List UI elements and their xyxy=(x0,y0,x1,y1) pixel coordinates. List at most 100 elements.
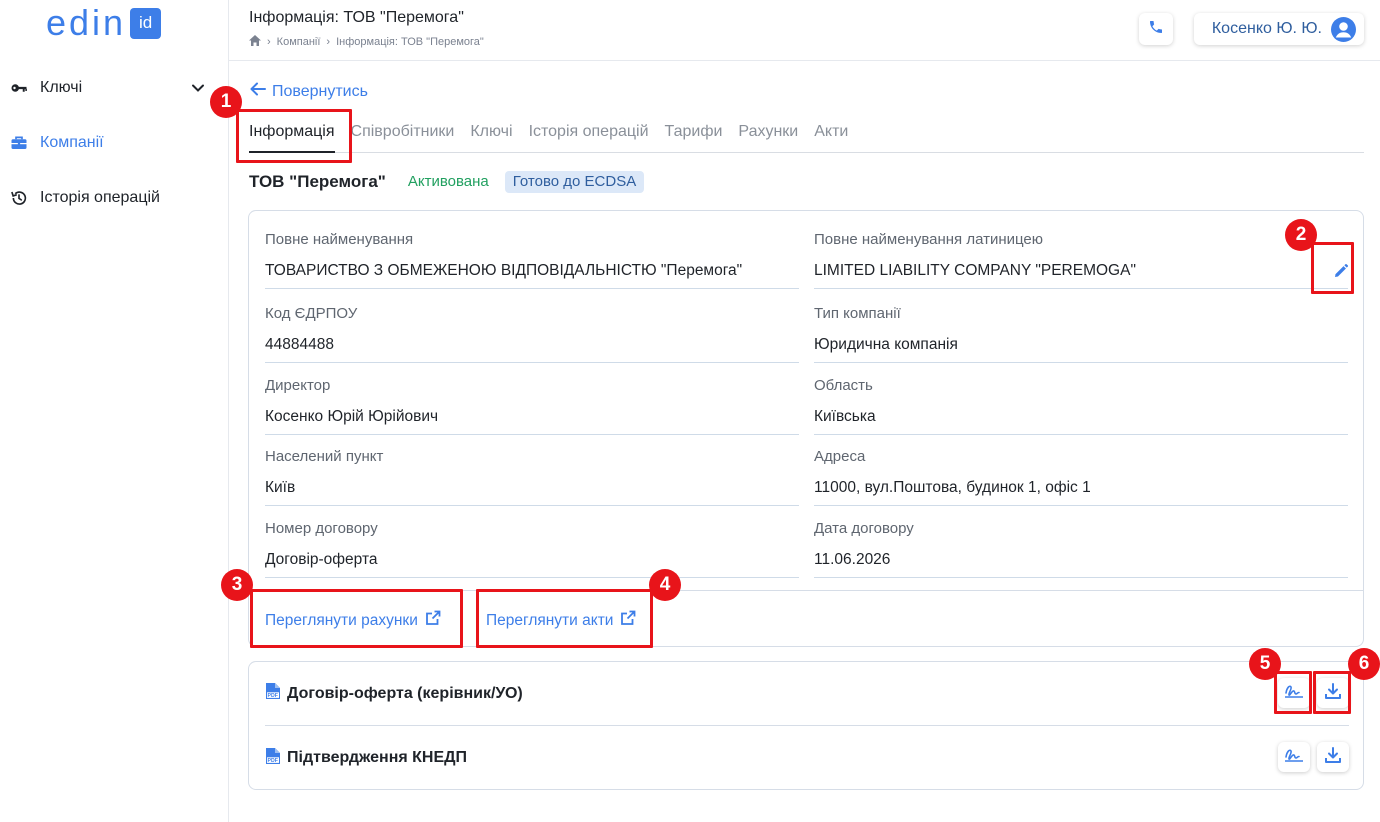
logo-badge: id xyxy=(130,7,162,39)
sidebar-item-label: Компанії xyxy=(40,134,104,151)
svg-text:PDF: PDF xyxy=(268,758,278,764)
annotation-marker-2: 2 xyxy=(1285,219,1317,251)
back-link-label: Повернутись xyxy=(272,82,368,100)
phone-icon xyxy=(1148,19,1164,40)
sidebar-item-keys[interactable]: Ключі xyxy=(10,73,215,103)
page-title: Інформація: ТОВ "Перемога" xyxy=(249,9,464,26)
field-label: Повне найменування латиницею xyxy=(814,231,1044,248)
chevron-right-icon: › xyxy=(267,36,271,48)
field-label: Населений пункт xyxy=(265,448,384,465)
edit-latin-name-button[interactable] xyxy=(1327,259,1355,287)
signature-icon xyxy=(1284,747,1304,768)
breadcrumb-item-companies[interactable]: Компанії xyxy=(277,36,321,48)
sidebar-item-companies[interactable]: Компанії xyxy=(10,128,215,158)
logo[interactable]: edin id xyxy=(46,2,162,43)
field-label: Код ЄДРПОУ xyxy=(265,305,358,322)
field-value: LIMITED LIABILITY COMPANY "PEREMOGA" xyxy=(814,262,1136,279)
sign-document-button[interactable] xyxy=(1278,678,1310,708)
download-document-button[interactable] xyxy=(1317,678,1349,708)
field-edrpou: Код ЄДРПОУ 44884488 xyxy=(265,305,799,363)
tab-acts[interactable]: Акти xyxy=(814,118,848,153)
key-icon xyxy=(10,79,40,97)
tab-employees[interactable]: Співробітники xyxy=(351,118,455,153)
field-address: Адреса 11000, вул.Поштова, будинок 1, оф… xyxy=(814,448,1348,506)
field-value: Договір-оферта xyxy=(265,551,378,568)
pencil-icon xyxy=(1333,263,1349,284)
download-icon xyxy=(1324,682,1342,705)
chevron-down-icon[interactable] xyxy=(191,81,205,100)
field-company-type: Тип компанії Юридична компанія xyxy=(814,305,1348,363)
annotation-marker-4: 4 xyxy=(649,569,681,601)
external-link-icon xyxy=(620,610,636,631)
field-value: Київ xyxy=(265,479,296,496)
view-acts-link[interactable]: Переглянути акти xyxy=(486,610,636,631)
field-full-name-latin: Повне найменування латиницею LIMITED LIA… xyxy=(814,231,1348,289)
user-name: Косенко Ю. Ю. xyxy=(1211,20,1322,37)
chevron-right-icon: › xyxy=(326,36,331,48)
document-row: PDF Підтвердження КНЕДП xyxy=(265,726,1349,790)
annotation-marker-3: 3 xyxy=(221,569,253,601)
user-avatar-icon xyxy=(1331,16,1356,42)
field-value: Київська xyxy=(814,408,876,425)
field-city: Населений пункт Київ xyxy=(265,448,799,506)
annotation-marker-6: 6 xyxy=(1348,648,1380,680)
view-acts-label: Переглянути акти xyxy=(486,611,614,629)
annotation-marker-1: 1 xyxy=(210,86,242,118)
top-header: Інформація: ТОВ "Перемога" › Компанії › … xyxy=(229,0,1380,61)
external-link-icon xyxy=(425,610,441,631)
field-region: Область Київська xyxy=(814,377,1348,435)
field-value: ТОВАРИСТВО З ОБМЕЖЕНОЮ ВІДПОВІДАЛЬНІСТЮ … xyxy=(265,262,743,279)
pdf-file-icon: PDF xyxy=(265,747,281,770)
app-root: edin id Ключі Компанії Історія операцій xyxy=(0,0,1380,822)
status-badge-ecdsa: Готово до ECDSA xyxy=(504,171,645,193)
field-value: 11000, вул.Поштова, будинок 1, офіс 1 xyxy=(814,479,1091,496)
field-value: 44884488 xyxy=(265,336,334,353)
view-invoices-label: Переглянути рахунки xyxy=(265,611,418,629)
sidebar-item-label: Історія операцій xyxy=(40,189,160,206)
download-document-button[interactable] xyxy=(1317,742,1349,772)
sidebar-item-history[interactable]: Історія операцій xyxy=(10,183,215,213)
home-icon[interactable] xyxy=(249,35,261,49)
tab-tariffs[interactable]: Тарифи xyxy=(665,118,723,153)
field-value: 11.06.2026 xyxy=(814,551,891,568)
field-label: Повне найменування xyxy=(265,231,414,248)
company-info-card: Повне найменування ТОВАРИСТВО З ОБМЕЖЕНО… xyxy=(248,210,1364,647)
field-contract-date: Дата договору 11.06.2026 xyxy=(814,520,1348,578)
field-value: Юридична компанія xyxy=(814,336,958,353)
status-badge-activated: Активована xyxy=(399,171,497,193)
phone-button[interactable] xyxy=(1139,13,1173,45)
document-actions xyxy=(1278,742,1349,772)
back-link[interactable]: Повернутись xyxy=(250,82,368,101)
breadcrumb-item-current: Інформація: ТОВ "Перемога" xyxy=(336,36,484,48)
view-invoices-link[interactable]: Переглянути рахунки xyxy=(265,610,441,631)
breadcrumb: › Компанії › Інформація: ТОВ "Перемога" xyxy=(249,35,484,49)
tab-keys[interactable]: Ключі xyxy=(470,118,512,153)
sign-document-button[interactable] xyxy=(1278,742,1310,772)
briefcase-icon xyxy=(10,134,40,152)
tabs: Інформація Співробітники Ключі Історія о… xyxy=(249,118,1364,153)
company-name: ТОВ "Перемога" xyxy=(249,172,386,191)
card-divider xyxy=(249,590,1363,591)
tab-operations-history[interactable]: Історія операцій xyxy=(529,118,649,153)
tab-information[interactable]: Інформація xyxy=(249,118,335,153)
company-header: ТОВ "Перемога" Активована Готово до ECDS… xyxy=(249,171,645,193)
user-menu-button[interactable]: Косенко Ю. Ю. xyxy=(1194,13,1364,45)
download-icon xyxy=(1324,746,1342,769)
field-value: Косенко Юрій Юрійович xyxy=(265,408,439,425)
field-label: Область xyxy=(814,377,873,394)
document-title: Договір-оферта (керівник/УО) xyxy=(287,684,523,702)
field-contract-number: Номер договору Договір-оферта xyxy=(265,520,799,578)
tab-invoices[interactable]: Рахунки xyxy=(738,118,798,153)
arrow-left-icon xyxy=(250,82,266,101)
annotation-marker-5: 5 xyxy=(1249,648,1281,680)
field-label: Тип компанії xyxy=(814,305,901,322)
documents-card: PDFPDF Договір-оферта (керівник/УО) PDF xyxy=(248,661,1364,790)
logo-text: edin xyxy=(46,2,127,43)
sidebar-item-label: Ключі xyxy=(40,79,83,96)
document-row: PDFPDF Договір-оферта (керівник/УО) xyxy=(265,662,1349,726)
history-icon xyxy=(10,189,40,207)
field-director: Директор Косенко Юрій Юрійович xyxy=(265,377,799,435)
field-full-name: Повне найменування ТОВАРИСТВО З ОБМЕЖЕНО… xyxy=(265,231,799,289)
field-label: Дата договору xyxy=(814,520,914,537)
sidebar: edin id Ключі Компанії Історія операцій xyxy=(0,0,229,822)
